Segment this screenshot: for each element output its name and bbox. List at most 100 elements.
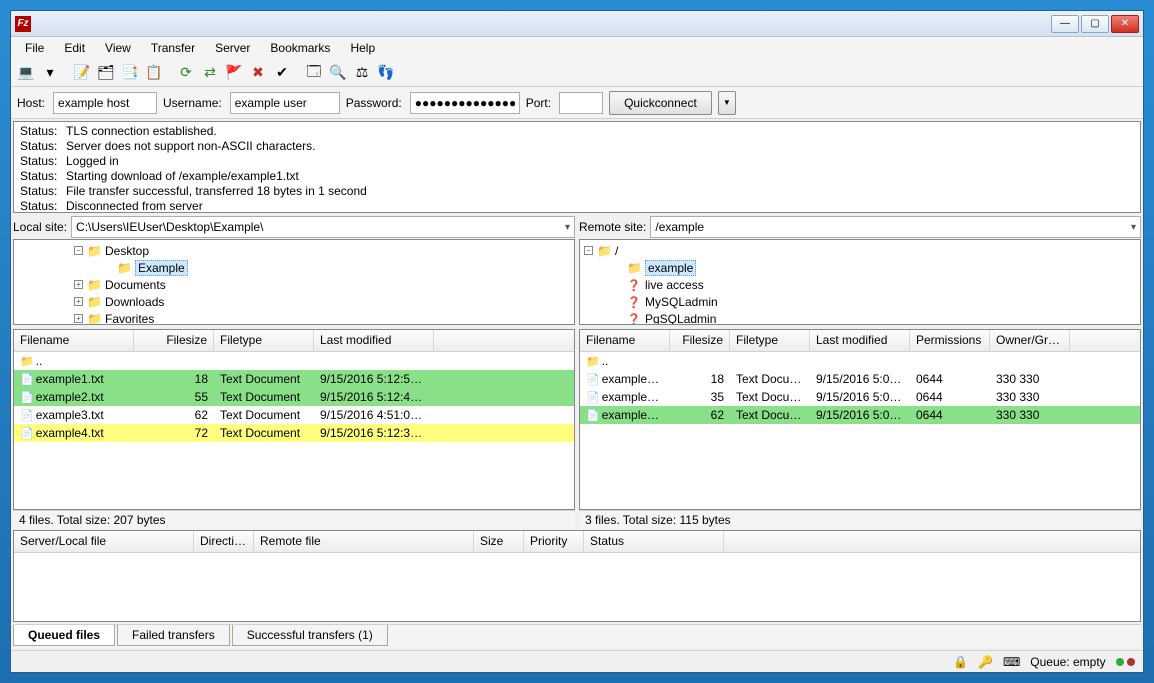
q-icon [627,295,641,309]
port-input[interactable] [559,92,603,114]
reload-icon[interactable]: ⟳ [175,62,197,84]
tree-node[interactable]: +Documents [18,276,570,293]
tree-node[interactable]: +Downloads [18,293,570,310]
close-button[interactable]: ✕ [1111,15,1139,33]
dropdown-icon[interactable]: ▾ [39,62,61,84]
statusbar: 🔒 🔑 ⌨ Queue: empty [11,650,1143,672]
column-header[interactable]: Status [584,531,724,552]
filter-icon[interactable]: 🗔 [303,62,325,84]
tab-failed[interactable]: Failed transfers [117,625,230,646]
quickconnect-button[interactable]: Quickconnect [609,91,712,115]
local-path-combo[interactable]: C:\Users\IEUser\Desktop\Example\ [71,216,575,238]
refresh-icon[interactable]: 📋 [143,62,165,84]
folder-icon [117,261,131,275]
file-row[interactable]: example…35Text Docu…9/15/2016 5:05:…0644… [580,388,1140,406]
file-row[interactable]: .. [14,352,574,370]
file-row[interactable]: .. [580,352,1140,370]
remote-site-label: Remote site: [579,220,646,234]
column-header[interactable]: Last modified [314,330,434,351]
local-status: 4 files. Total size: 207 bytes [13,510,575,528]
quickconnect-dropdown[interactable]: ▼ [718,91,736,115]
menu-bookmarks[interactable]: Bookmarks [260,39,340,57]
status-dot-red [1127,658,1135,666]
key-icon: 🔑 [978,655,993,669]
log-row: Status:Starting download of /example/exa… [20,169,1134,184]
menu-edit[interactable]: Edit [54,39,95,57]
local-tree[interactable]: −DesktopExample+Documents+Downloads+Favo… [13,239,575,325]
toggle-queue-icon[interactable]: 📑 [119,62,141,84]
log-row: Status:TLS connection established. [20,124,1134,139]
menu-transfer[interactable]: Transfer [141,39,205,57]
tree-node[interactable]: example [584,259,1136,276]
column-header[interactable]: Owner/Gro… [990,330,1070,351]
search-icon[interactable]: 🔍 [327,62,349,84]
column-header[interactable]: Filetype [730,330,810,351]
sitemanager-icon[interactable]: 💻 [15,62,37,84]
menu-server[interactable]: Server [205,39,260,57]
log-panel[interactable]: Status:TLS connection established.Status… [13,121,1141,213]
menubar: File Edit View Transfer Server Bookmarks… [11,37,1143,59]
remote-filelist[interactable]: FilenameFilesizeFiletypeLast modifiedPer… [579,329,1141,510]
file-row[interactable]: example2.txt55Text Document9/15/2016 5:1… [14,388,574,406]
app-icon: Fz [15,16,31,32]
queue-panel[interactable]: Server/Local fileDirectionRemote fileSiz… [13,530,1141,622]
column-header[interactable]: Priority [524,531,584,552]
tree-node[interactable]: PgSQLadmin [584,310,1136,325]
file-row[interactable]: example3.txt62Text Document9/15/2016 4:5… [14,406,574,424]
folder-icon [597,244,611,258]
tab-queued[interactable]: Queued files [13,625,115,646]
file-row[interactable]: example…62Text Docu…9/15/2016 5:05:…0644… [580,406,1140,424]
remote-path-combo[interactable]: /example [650,216,1141,238]
column-header[interactable]: Filesize [670,330,730,351]
tree-node[interactable]: −Desktop [18,242,570,259]
file-row[interactable]: example1.txt18Text Document9/15/2016 5:1… [14,370,574,388]
minimize-button[interactable]: — [1051,15,1079,33]
tree-node[interactable]: MySQLadmin [584,293,1136,310]
sync-icon[interactable]: 👣 [375,62,397,84]
toggle-log-icon[interactable]: 📝 [71,62,93,84]
column-header[interactable]: Remote file [254,531,474,552]
tab-successful[interactable]: Successful transfers (1) [232,625,388,646]
column-header[interactable]: Filename [14,330,134,351]
tree-node[interactable]: live access [584,276,1136,293]
host-label: Host: [17,96,45,110]
column-header[interactable]: Direction [194,531,254,552]
menu-file[interactable]: File [15,39,54,57]
column-header[interactable]: Size [474,531,524,552]
menu-help[interactable]: Help [340,39,385,57]
disconnect-icon[interactable]: ✖ [247,62,269,84]
maximize-button[interactable]: ▢ [1081,15,1109,33]
file-row[interactable]: example…18Text Docu…9/15/2016 5:05:…0644… [580,370,1140,388]
menu-view[interactable]: View [95,39,141,57]
reconnect-icon[interactable]: ✔ [271,62,293,84]
password-label: Password: [346,96,402,110]
tree-node[interactable]: −/ [584,242,1136,259]
log-row: Status:Server does not support non-ASCII… [20,139,1134,154]
username-input[interactable] [230,92,340,114]
file-row[interactable]: example4.txt72Text Document9/15/2016 5:1… [14,424,574,442]
cancel-icon[interactable]: 🚩 [223,62,245,84]
column-header[interactable]: Filename [580,330,670,351]
keyboard-icon: ⌨ [1003,655,1020,669]
toggle-tree-icon[interactable]: 🗂 [95,62,117,84]
host-input[interactable] [53,92,157,114]
port-label: Port: [526,96,551,110]
tree-node[interactable]: +Favorites [18,310,570,325]
compare-icon[interactable]: ⚖ [351,62,373,84]
app-window: Fz — ▢ ✕ File Edit View Transfer Server … [10,10,1144,673]
tree-node[interactable]: Example [18,259,570,276]
remote-tree[interactable]: −/examplelive accessMySQLadminPgSQLadmin [579,239,1141,325]
column-header[interactable]: Filetype [214,330,314,351]
column-header[interactable]: Last modified [810,330,910,351]
password-input[interactable] [410,92,520,114]
column-header[interactable]: Server/Local file [14,531,194,552]
local-site-label: Local site: [13,220,67,234]
column-header[interactable]: Filesize [134,330,214,351]
username-label: Username: [163,96,222,110]
remote-status: 3 files. Total size: 115 bytes [579,510,1141,528]
local-filelist[interactable]: FilenameFilesizeFiletypeLast modified ..… [13,329,575,510]
process-queue-icon[interactable]: ⇄ [199,62,221,84]
column-header[interactable]: Permissions [910,330,990,351]
lock-icon: 🔒 [953,655,968,669]
remote-pane: Remote site: /example −/examplelive acce… [579,215,1141,528]
